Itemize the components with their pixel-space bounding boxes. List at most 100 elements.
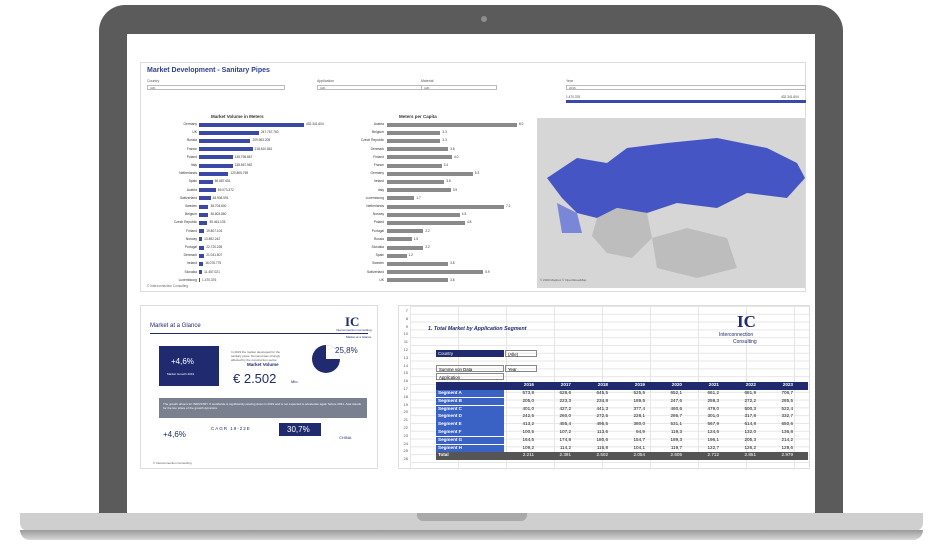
bar: [199, 188, 216, 193]
bar-value: 4.0: [454, 154, 459, 159]
table-row[interactable]: Segment F 100,5 107,2 113,6 94,9 119,3 124,6 13…: [436, 429, 808, 437]
bar-label: Belgium: [185, 212, 197, 217]
value-cell: 119,3: [670, 429, 682, 434]
ic-logo-sub: Interconnection Consulting: [336, 328, 372, 332]
table-row[interactable]: Segment B 205,0 223,3 234,8 189,5 247,6 259,3 2…: [436, 397, 808, 406]
value-cell: 479,0: [707, 405, 720, 411]
volume-unit: Mio.: [291, 379, 299, 384]
row-number: 9: [405, 323, 408, 329]
china-pct: 30,7%: [287, 425, 310, 434]
value-cell: 380,0: [633, 421, 646, 427]
bar-label: Austria: [186, 187, 197, 192]
bar: [387, 229, 424, 234]
row-number: 13: [403, 354, 408, 360]
sheet-title: 1. Total Market by Application Segment: [428, 326, 527, 332]
application-filter[interactable]: Application: [436, 373, 504, 380]
value-cell: 189,5: [633, 397, 646, 403]
value-cell: 681,9: [744, 390, 757, 395]
bar-value: 1.5: [413, 236, 419, 241]
slider-max: 432.341.604: [781, 95, 799, 99]
bar: [387, 261, 449, 266]
value-cell: 661,2: [707, 390, 720, 395]
bar: [387, 237, 412, 242]
bar: [387, 220, 465, 225]
bar: [199, 147, 253, 152]
bar: [199, 171, 229, 176]
bar-label: Denmark: [183, 253, 197, 258]
row-number: 10: [403, 331, 408, 337]
bar-value: 3.5: [446, 179, 451, 184]
year-cell: 2017: [560, 382, 571, 387]
value-cell: 180,6: [596, 436, 609, 442]
value-cell: 116,8: [596, 444, 608, 450]
bar-label: Luxembourg: [365, 195, 384, 200]
bar-value: 36.803.860: [210, 212, 227, 217]
bar-value: 69.073.372: [217, 187, 234, 192]
year-cell: 2021: [708, 382, 719, 387]
row-number: 26: [403, 456, 408, 462]
volume-value: € 2.502: [233, 371, 277, 386]
growth-pct: +4,6%: [171, 357, 194, 366]
value-cell: 652,1: [670, 390, 683, 395]
total-row[interactable]: Total 2.211 2.391 2.502 2.054 2.605 2.712 2.851…: [436, 452, 808, 461]
bar: [199, 229, 205, 234]
value-cell: 136,8: [781, 429, 794, 434]
filter-material[interactable]: Material (All): [421, 79, 497, 90]
glance-panel: Market at a Glance IC Interconnection Co…: [140, 305, 378, 469]
bar-label: Ireland: [186, 261, 197, 266]
bar: [387, 155, 452, 160]
value-cell: 427,2: [559, 405, 572, 411]
bar-label: UK: [192, 130, 197, 135]
country-filter[interactable]: (Alle): [505, 350, 537, 357]
table-row[interactable]: Segment C 401,0 427,2 441,3 377,4 460,6 479,0 5…: [436, 405, 808, 414]
bar: [387, 179, 445, 184]
filter-select[interactable]: (All): [147, 85, 285, 90]
bar-value: 3.9: [452, 187, 458, 192]
bar-value: 1.7: [416, 195, 421, 200]
ic-logo-sub2: Consulting: [733, 339, 757, 345]
bar: [387, 253, 407, 258]
bar: [199, 245, 205, 250]
value-cell: 113,6: [596, 429, 608, 434]
value-cell: 525,5: [633, 390, 646, 395]
value-cell: 104,1: [633, 444, 646, 450]
year-filter[interactable]: Year: [505, 365, 537, 372]
year-cell: 2019: [634, 382, 645, 387]
country-label: Country: [436, 350, 504, 357]
year-cell: 2016: [523, 382, 534, 387]
value-cell: 2.054: [633, 452, 646, 458]
table-row[interactable]: Segment G 164,5 174,8 180,6 154,7 189,3 196,1 2…: [436, 436, 808, 445]
table-row[interactable]: Segment D 242,5 260,0 272,5 228,1 286,7 301,0 3…: [436, 413, 808, 421]
bar-value: 22.720.228: [206, 245, 223, 249]
bar-label: Austria: [373, 122, 384, 126]
excel-sheet: 7 8 9 10 11 12 13 14 15 16 17 18 19 20 21 22 23 24 25 26 1.…: [398, 305, 810, 469]
bar-label: France: [373, 163, 384, 167]
ic-logo: IC: [737, 312, 756, 331]
row-number: 23: [403, 432, 408, 438]
bar-label: UK: [379, 277, 384, 282]
year-cell: 2020: [671, 382, 682, 387]
bar-value: 1.470.376: [202, 277, 217, 282]
table-row[interactable]: Segment A 573,8 628,6 645,5 525,5 652,1 661,2 6…: [436, 390, 808, 398]
value-cell: 496,5: [596, 421, 609, 427]
value-cell: 2.502: [596, 452, 609, 458]
value-cell: 614,8: [744, 421, 757, 427]
table-row[interactable]: Segment E 413,2 455,4 496,5 380,0 531,1 567,9 6…: [436, 421, 808, 429]
filter-select[interactable]: (All): [421, 85, 497, 90]
range-slider[interactable]: [566, 100, 806, 103]
filter-country[interactable]: Country (All): [147, 79, 285, 90]
bar-label: Finland: [186, 228, 197, 233]
bar-value: 19.807.104: [206, 228, 223, 233]
glance-title: Market at a Glance: [150, 323, 201, 329]
row-number: 12: [403, 347, 408, 352]
bar-value: 138.567.962: [234, 163, 253, 167]
bar: [199, 204, 209, 209]
table-row[interactable]: Segment H 109,2 114,2 116,8 104,1 119,7 122,7 1…: [436, 444, 808, 453]
filter-select[interactable]: 2016: [566, 85, 806, 90]
value-cell: 317,8: [744, 413, 757, 419]
cagr-pct: +4,6%: [163, 430, 186, 439]
segment-label: Segment C: [436, 405, 504, 413]
bar-label: Germany: [183, 122, 197, 126]
filter-year[interactable]: Year 2016: [566, 79, 806, 90]
europe-map[interactable]: © 2020 Mapbox © OpenStreetMap: [537, 118, 805, 288]
